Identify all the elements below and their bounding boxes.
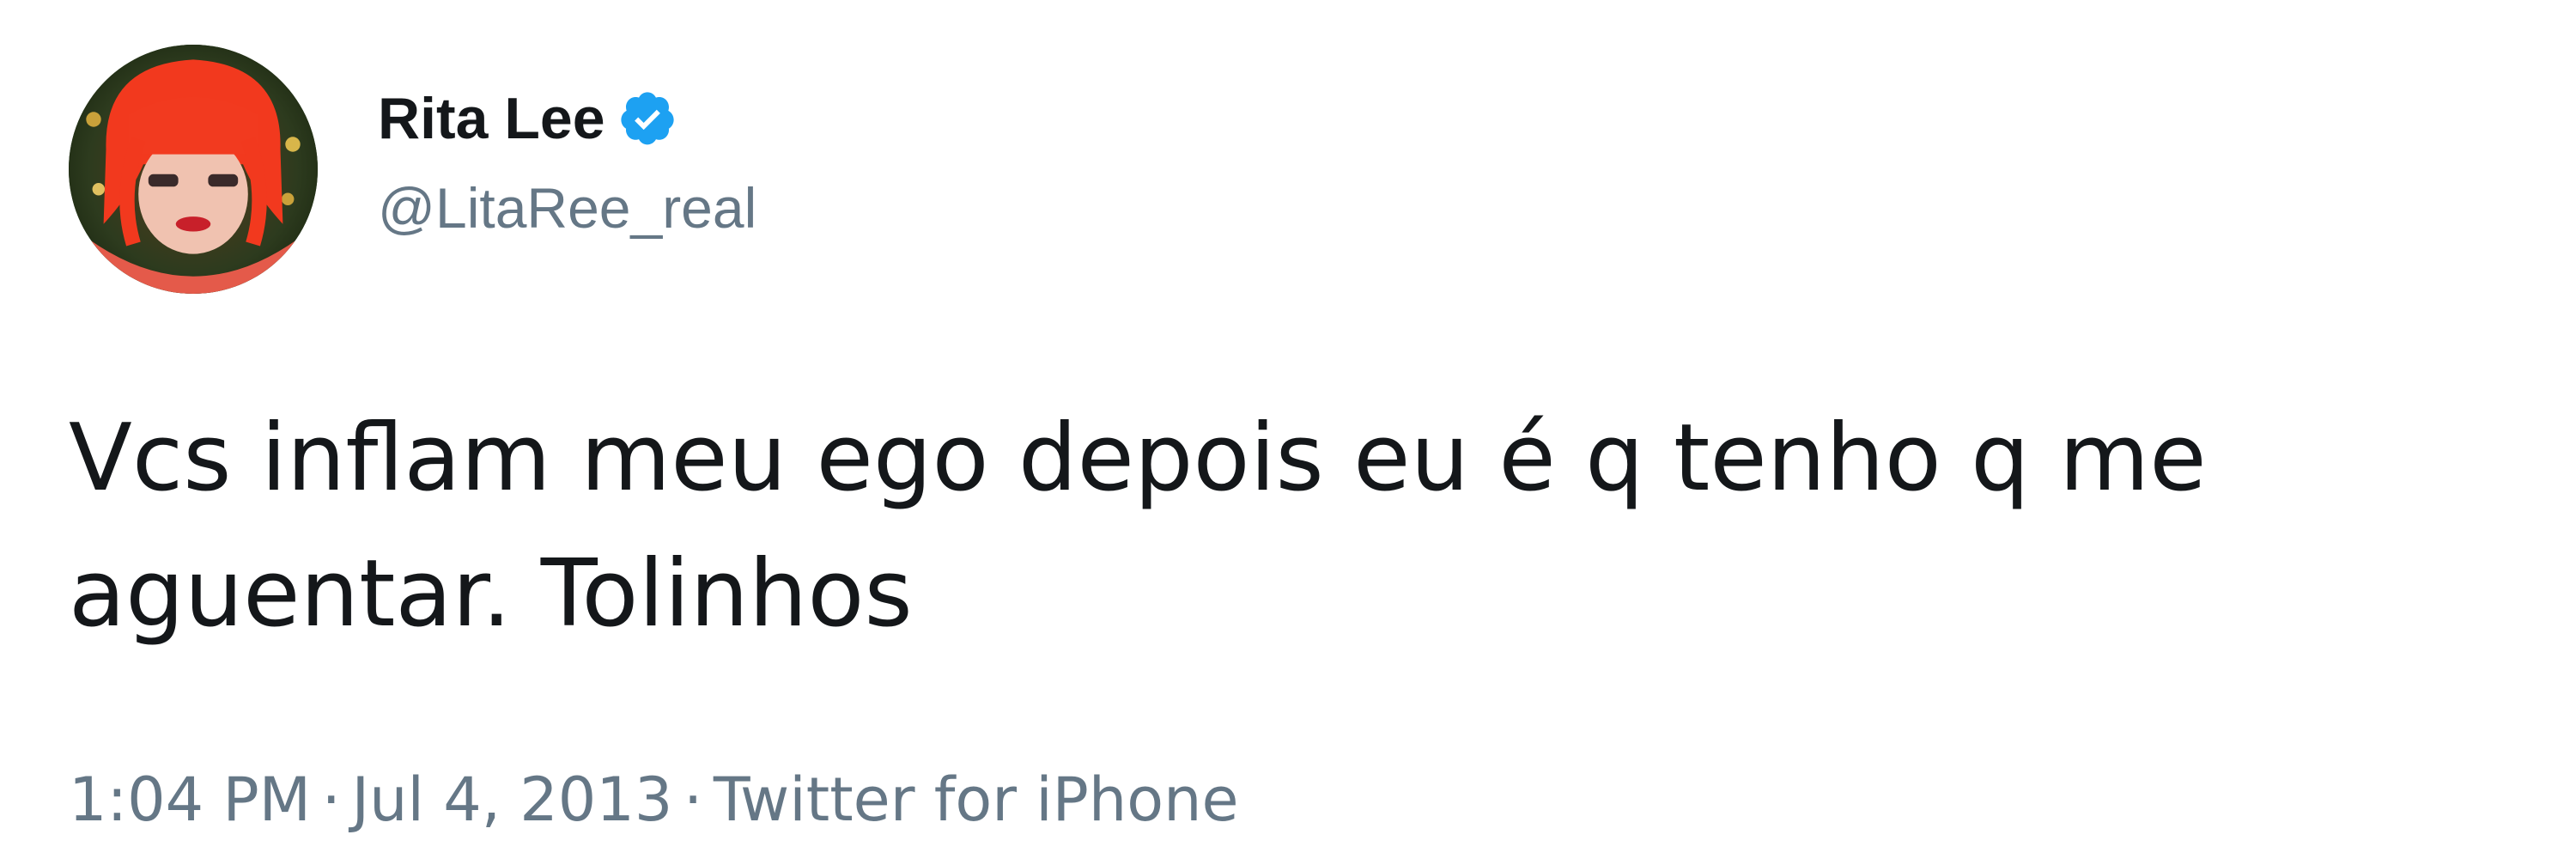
author-avatar[interactable]	[69, 45, 318, 294]
tweet-card: Rita Lee @LitaRee_real Vcs inflam meu eg…	[0, 0, 2576, 859]
tweet-body-text: Vcs inflam meu ego depois eu é q tenho q…	[69, 405, 2207, 648]
avatar-photo-icon	[69, 45, 318, 294]
author-block: Rita Lee @LitaRee_real	[378, 79, 756, 242]
tweet-time[interactable]: 1:04 PM	[69, 765, 311, 835]
author-handle[interactable]: @LitaRee_real	[378, 174, 756, 242]
tweet-date[interactable]: Jul 4, 2013	[352, 765, 673, 835]
tweet-source[interactable]: Twitter for iPhone	[714, 765, 1239, 835]
display-name-row: Rita Lee	[378, 79, 756, 158]
tweet-metadata: 1:04 PM · Jul 4, 2013 · Twitter for iPhone	[69, 763, 1239, 837]
meta-separator: ·	[321, 765, 341, 835]
author-display-name[interactable]: Rita Lee	[378, 79, 605, 158]
verified-badge-icon	[617, 88, 677, 149]
meta-separator: ·	[683, 765, 703, 835]
